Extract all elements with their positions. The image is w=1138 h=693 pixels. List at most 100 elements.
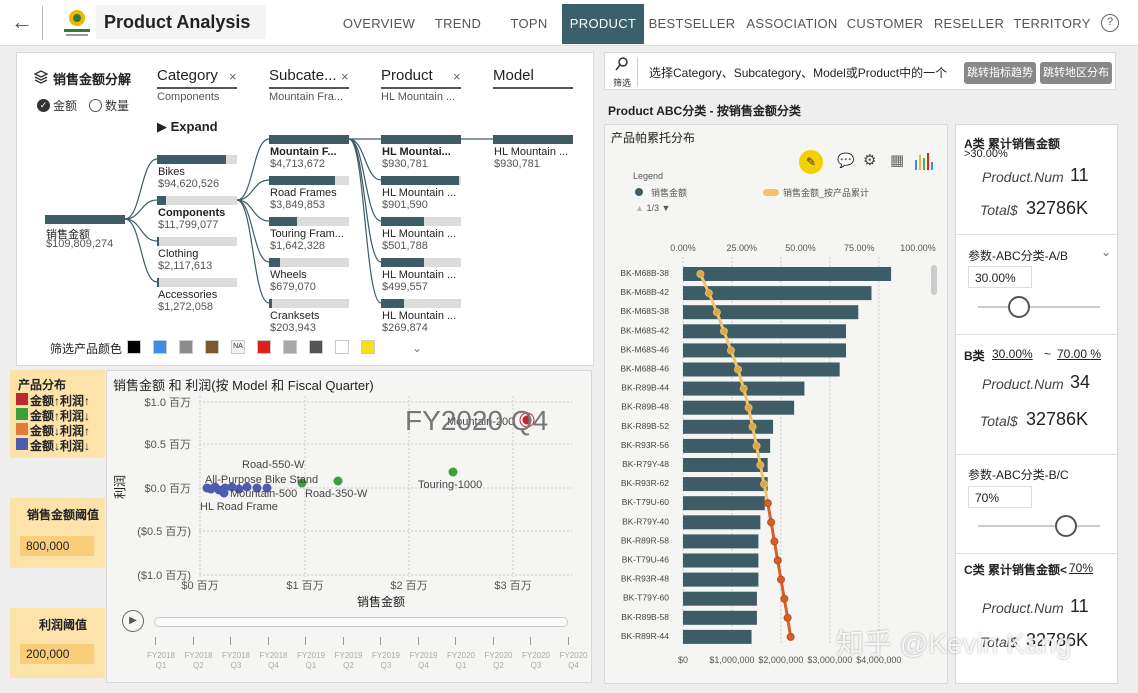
scrollbar[interactable] — [931, 265, 937, 295]
cumulative-point[interactable] — [752, 441, 761, 450]
chevron-down-icon[interactable]: ⌄ — [412, 341, 422, 355]
bar-BK-M68B-38[interactable] — [683, 267, 892, 281]
tab-bestseller[interactable]: BESTSELLER — [646, 4, 738, 44]
color-swatch-8[interactable] — [335, 340, 349, 354]
tab-reseller[interactable]: RESELLER — [930, 4, 1008, 44]
color-swatch-7[interactable] — [309, 340, 323, 354]
bar-BK-R89R-44[interactable] — [683, 629, 752, 644]
bar-BK-R93R-48[interactable] — [683, 572, 759, 587]
bar-BK-R89R-58[interactable] — [683, 534, 759, 549]
timeline-label[interactable]: FY2018 Q2 — [179, 651, 219, 671]
tab-customer[interactable]: CUSTOMER — [846, 4, 924, 44]
category-node-1-bar[interactable] — [157, 196, 166, 205]
cumulative-point[interactable] — [786, 632, 795, 641]
scatter-point[interactable] — [219, 488, 229, 498]
cumulative-point[interactable] — [704, 289, 713, 298]
timeline-label[interactable]: FY2019 Q3 — [366, 651, 406, 671]
timeline-label[interactable]: FY2018 Q1 — [141, 651, 181, 671]
product-node-2-bar[interactable] — [381, 217, 425, 226]
timeline-slider[interactable] — [154, 617, 568, 627]
scatter-point[interactable] — [333, 476, 343, 486]
bar-BK-R93R-62[interactable] — [683, 477, 768, 492]
category-node-2-bar[interactable] — [157, 237, 159, 246]
subcategory-node-3-bar[interactable] — [269, 258, 281, 267]
param-a-slider-track[interactable] — [978, 306, 1100, 308]
product-node-4-bar[interactable] — [381, 299, 405, 308]
category-node-3-bar[interactable] — [157, 278, 159, 287]
param-b-slider-track[interactable] — [978, 525, 1100, 527]
tab-product[interactable]: PRODUCT — [562, 4, 644, 44]
tab-topn[interactable]: TOPN — [494, 4, 564, 44]
cumulative-point[interactable] — [719, 327, 728, 336]
param-a-input[interactable]: 30.00% — [968, 266, 1032, 288]
tab-association[interactable]: ASSOCIATION — [740, 4, 844, 44]
profit-threshold-input[interactable]: 200,000 — [20, 644, 94, 664]
filter-button[interactable]: 筛选 — [609, 57, 635, 88]
pareto-chart[interactable]: $0 $1,000,000 $2,000,000 $3,000,000 $4,000,0… — [605, 125, 949, 685]
chevron-down-icon[interactable]: ⌄ — [1101, 245, 1111, 259]
cumulative-point[interactable] — [726, 346, 735, 355]
cumulative-point[interactable] — [767, 518, 776, 527]
category-node-0-bar[interactable] — [157, 155, 226, 164]
param-a-slider-handle[interactable] — [1008, 296, 1030, 318]
subcategory-node-2-bar[interactable] — [269, 217, 297, 226]
bar-BK-R89B-58[interactable] — [683, 610, 757, 625]
cumulative-point[interactable] — [756, 461, 765, 469]
amount-threshold-input[interactable]: 800,000 — [20, 536, 94, 556]
bar-BK-R89B-48[interactable] — [683, 400, 795, 415]
subcategory-node-0-bar[interactable] — [269, 135, 349, 144]
color-swatch-na[interactable]: NA — [231, 340, 245, 354]
color-swatch-3[interactable] — [205, 340, 219, 354]
product-node-0-bar[interactable] — [381, 135, 461, 144]
cumulative-point[interactable] — [734, 365, 742, 374]
cumulative-point[interactable] — [712, 308, 721, 317]
play-button[interactable]: ▶ — [122, 610, 144, 632]
bar-BK-M68S-46[interactable] — [683, 343, 847, 358]
color-swatch-1[interactable] — [153, 340, 167, 354]
color-swatch-2[interactable] — [179, 340, 193, 354]
jump-region-button[interactable]: 跳转地区分布 — [1040, 62, 1112, 84]
timeline-label[interactable]: FY2019 Q2 — [329, 651, 369, 671]
subcategory-node-1-bar[interactable] — [269, 176, 335, 185]
cumulative-point[interactable] — [748, 422, 757, 431]
bar-BK-M68S-38[interactable] — [683, 305, 859, 320]
product-node-3-bar[interactable] — [381, 258, 425, 267]
timeline-label[interactable]: FY2019 Q4 — [404, 651, 444, 671]
color-swatch-9[interactable] — [361, 340, 375, 354]
help-icon[interactable]: ? — [1101, 14, 1119, 32]
cumulative-point[interactable] — [744, 403, 753, 412]
cumulative-point[interactable] — [780, 594, 789, 603]
color-swatch-0[interactable] — [127, 340, 141, 354]
timeline-label[interactable]: FY2020 Q3 — [516, 651, 556, 671]
back-arrow-icon[interactable]: ← — [8, 8, 36, 36]
tab-overview[interactable]: OVERVIEW — [338, 4, 420, 44]
bar-BK-R79Y-40[interactable] — [683, 515, 761, 530]
scatter-point[interactable] — [448, 467, 458, 477]
jump-trend-button[interactable]: 跳转指标趋势 — [964, 62, 1036, 84]
timeline-label[interactable]: FY2019 Q1 — [291, 651, 331, 671]
timeline-label[interactable]: FY2020 Q4 — [554, 651, 594, 671]
timeline-label[interactable]: FY2020 Q2 — [479, 651, 519, 671]
param-b-slider-handle[interactable] — [1055, 515, 1077, 537]
color-swatch-5[interactable] — [257, 340, 271, 354]
param-b-input[interactable]: 70% — [968, 486, 1032, 508]
cumulative-point[interactable] — [777, 575, 786, 584]
tab-territory[interactable]: TERRITORY — [1012, 4, 1092, 44]
bar-BK-T79Y-60[interactable] — [683, 591, 757, 606]
model-node-0-bar[interactable] — [493, 135, 573, 144]
timeline-label[interactable]: FY2018 Q4 — [254, 651, 294, 671]
bar-BK-T79U-60[interactable] — [683, 496, 765, 511]
timeline-label[interactable]: FY2020 Q1 — [441, 651, 481, 671]
tab-trend[interactable]: TREND — [426, 4, 490, 44]
cumulative-point[interactable] — [696, 270, 705, 278]
bar-BK-R79Y-48[interactable] — [683, 458, 768, 472]
cumulative-point[interactable] — [783, 613, 792, 622]
product-node-1-bar[interactable] — [381, 176, 459, 185]
timeline-label[interactable]: FY2018 Q3 — [216, 651, 256, 671]
subcategory-node-4-bar[interactable] — [269, 299, 273, 308]
cumulative-point[interactable] — [739, 384, 748, 393]
color-swatch-6[interactable] — [283, 340, 297, 354]
bar-BK-M68B-46[interactable] — [683, 362, 840, 377]
cumulative-point[interactable] — [763, 499, 772, 508]
root-node-bar[interactable] — [45, 215, 125, 224]
